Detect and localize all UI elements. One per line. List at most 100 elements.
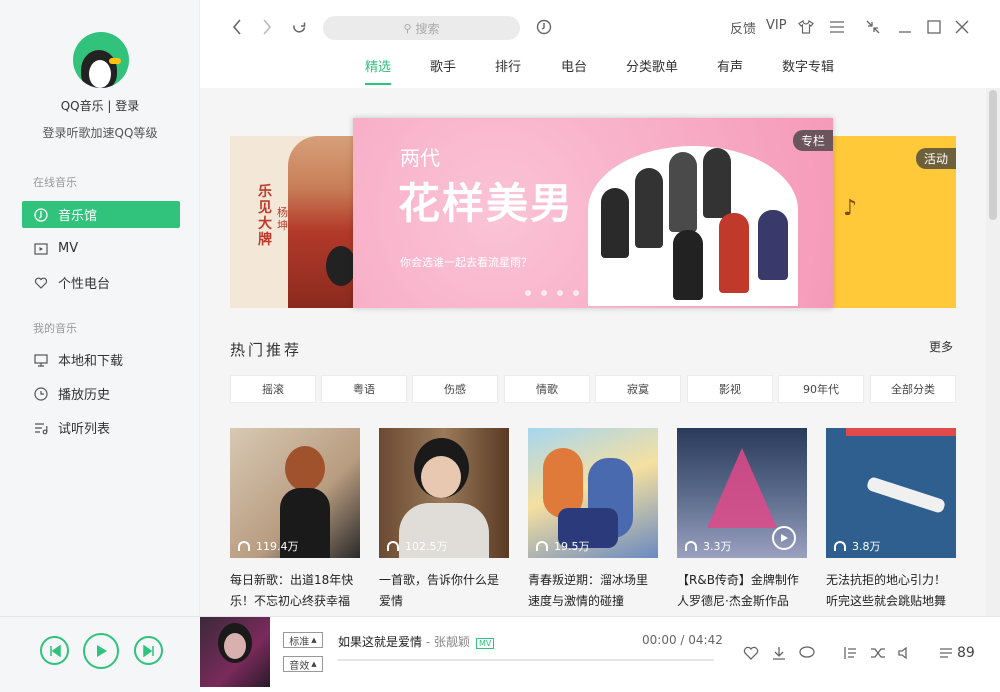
song-artist[interactable]: - 张靓颖 [422, 635, 470, 649]
sidebar-item-label: 音乐馆 [58, 209, 98, 224]
playlist-title[interactable]: 每日新歌：出道18年快乐！不忘初心终获幸福 [230, 570, 360, 612]
section-online-music: 在线音乐 [33, 176, 77, 189]
tab-singers[interactable]: 歌手 [430, 56, 456, 88]
album-cover[interactable] [200, 617, 270, 687]
playlist-icon [34, 421, 48, 435]
category-all[interactable]: 全部分类 [870, 375, 956, 403]
banner-right[interactable]: 活动 ♪ [833, 136, 956, 308]
playlist-cover[interactable]: 19.5万 [528, 428, 658, 558]
mini-mode-icon[interactable] [864, 18, 882, 36]
play-count: 3.8万 [852, 540, 881, 553]
playlist-card[interactable]: 119.4万 每日新歌：出道18年快乐！不忘初心终获幸福 [230, 428, 360, 612]
avatar[interactable] [73, 32, 129, 88]
tab-digital-albums[interactable]: 数字专辑 [782, 56, 834, 88]
search-input[interactable]: ⚲ 搜索 [323, 16, 520, 40]
maximize-icon[interactable] [925, 18, 943, 36]
download-icon[interactable] [770, 644, 788, 662]
refresh-icon[interactable] [290, 18, 308, 36]
play-count: 19.5万 [554, 540, 590, 553]
previous-button[interactable] [40, 636, 69, 665]
tab-featured[interactable]: 精选 [365, 56, 392, 88]
tab-charts[interactable]: 排行 [495, 56, 521, 88]
forward-icon[interactable] [258, 18, 276, 36]
mv-badge[interactable]: MV [475, 638, 495, 649]
quality-select[interactable]: 标准 ▲ [283, 632, 323, 648]
vip-link[interactable]: VIP [766, 18, 787, 33]
playlist-card[interactable]: 19.5万 青春叛逆期：溜冰场里速度与激情的碰撞 [528, 428, 658, 612]
playlist-title[interactable]: 无法抗拒的地心引力！听完这些就会跳贴地舞 [826, 570, 956, 612]
close-icon[interactable] [953, 18, 971, 36]
banner-left[interactable]: 乐见大牌 杨坤 [230, 136, 360, 308]
playlist-cover[interactable]: 3.8万 [826, 428, 956, 558]
headphone-icon [685, 541, 697, 551]
banner-main[interactable]: 两代 花样美男 你会选谁一起去看流星雨？ 专栏 [353, 118, 833, 308]
category-cantonese[interactable]: 粤语 [321, 375, 407, 403]
playlist-queue-icon[interactable] [937, 644, 955, 662]
scrollbar-thumb[interactable] [989, 90, 997, 220]
banner-person [601, 188, 629, 258]
sidebar-item-music-hall[interactable]: 音乐馆 [22, 201, 180, 228]
main-content: 乐见大牌 杨坤 活动 ♪ 两代 花样美男 你会选谁一起去看流星雨？ 专栏 热门推… [200, 88, 986, 616]
queue-count[interactable]: 89 [957, 645, 975, 661]
next-button[interactable] [134, 636, 163, 665]
playlist-title[interactable]: 【R&B传奇】金牌制作人罗德尼·杰金斯作品 [677, 570, 807, 612]
minimize-icon[interactable] [896, 18, 914, 36]
topbar: ⚲ 搜索 反馈 VIP 精选 歌手 排行 电台 分类歌单 有声 数字专辑 [200, 0, 1000, 88]
sound-effect-select[interactable]: 音效 ▲ [283, 656, 323, 672]
play-time: 00:00 / 04:42 [642, 633, 723, 647]
playlist-title[interactable]: 青春叛逆期：溜冰场里速度与激情的碰撞 [528, 570, 658, 612]
banner-person [635, 168, 663, 248]
category-film[interactable]: 影视 [687, 375, 773, 403]
sidebar-item-radio[interactable]: 个性电台 [22, 269, 180, 296]
banner-person [719, 213, 749, 293]
scrollbar[interactable] [986, 88, 1000, 616]
banner-person [703, 148, 731, 218]
tab-radio[interactable]: 电台 [561, 56, 587, 88]
banner-person [673, 230, 703, 300]
playlist-card[interactable]: 102.5万 一首歌，告诉你什么是爱情 [379, 428, 509, 612]
section-my-music: 我的音乐 [33, 322, 77, 335]
comment-icon[interactable] [798, 644, 816, 662]
sidebar-item-history[interactable]: 播放历史 [22, 380, 180, 407]
shuffle-icon[interactable] [869, 644, 887, 662]
banner-person [758, 210, 788, 280]
playlist-card[interactable]: 3.3万 【R&B传奇】金牌制作人罗德尼·杰金斯作品 [677, 428, 807, 612]
category-rock[interactable]: 摇滚 [230, 375, 316, 403]
sidebar-item-local-download[interactable]: 本地和下载 [22, 346, 180, 373]
playlist-card[interactable]: 3.8万 无法抗拒的地心引力！听完这些就会跳贴地舞 [826, 428, 956, 612]
music-note-icon: ♪ [843, 196, 858, 221]
playlist-cover[interactable]: 102.5万 [379, 428, 509, 558]
tab-category-playlists[interactable]: 分类歌单 [626, 56, 678, 88]
playlist-cover[interactable]: 3.3万 [677, 428, 807, 558]
song-title[interactable]: 如果这就是爱情 [338, 635, 422, 649]
banner-dots[interactable] [525, 290, 643, 296]
more-link[interactable]: 更多 [929, 338, 953, 355]
sidebar-item-label: 播放历史 [58, 388, 111, 403]
heart-icon[interactable] [742, 644, 760, 662]
banner-right-tag: 活动 [915, 148, 956, 169]
sidebar: QQ音乐 | 登录 登录听歌加速QQ等级 在线音乐 音乐馆 MV 个性电台 我的… [0, 0, 200, 616]
tab-audio[interactable]: 有声 [717, 56, 743, 88]
playlist-cover[interactable]: 119.4万 [230, 428, 360, 558]
banner-title-small: 两代 [400, 146, 440, 170]
category-love[interactable]: 情歌 [504, 375, 590, 403]
category-sad[interactable]: 伤感 [412, 375, 498, 403]
menu-icon[interactable] [828, 18, 846, 36]
login-link[interactable]: QQ音乐 | 登录 [0, 97, 200, 114]
category-lonely[interactable]: 寂寞 [595, 375, 681, 403]
player-bar: 标准 ▲ 音效 ▲ 如果这就是爱情 - 张靓颖 MV 00:00 / 04:42 89 [0, 616, 1000, 692]
playlist-title[interactable]: 一首歌，告诉你什么是爱情 [379, 570, 509, 612]
volume-icon[interactable] [897, 644, 915, 662]
listen-recognize-icon[interactable] [535, 18, 553, 36]
music-hall-icon [34, 207, 48, 222]
sidebar-item-mv[interactable]: MV [22, 235, 180, 262]
skin-shirt-icon[interactable] [797, 18, 815, 36]
sidebar-item-trial-list[interactable]: 试听列表 [22, 414, 180, 441]
progress-bar[interactable] [338, 659, 714, 661]
back-icon[interactable] [228, 18, 246, 36]
category-90s[interactable]: 90年代 [778, 375, 864, 403]
lyrics-icon[interactable] [841, 644, 859, 662]
feedback-link[interactable]: 反馈 [730, 18, 756, 37]
play-button[interactable] [83, 633, 119, 669]
play-icon[interactable] [772, 526, 796, 550]
